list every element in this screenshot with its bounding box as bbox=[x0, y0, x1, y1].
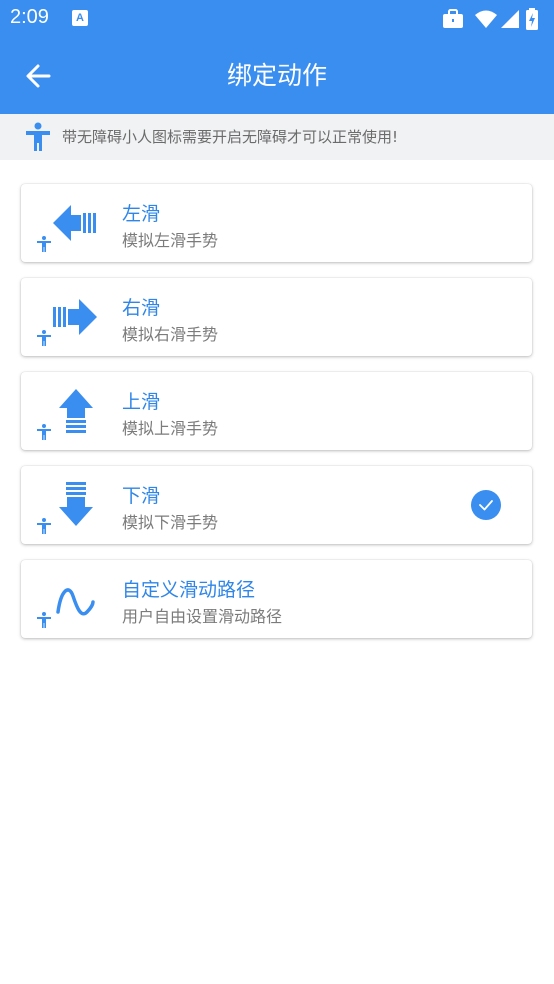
action-title: 右滑 bbox=[122, 297, 161, 319]
custom-path-wave-icon bbox=[56, 588, 95, 616]
signal-icon bbox=[501, 10, 519, 28]
action-title: 下滑 bbox=[122, 485, 161, 507]
action-title: 左滑 bbox=[122, 203, 161, 225]
accessibility-badge-icon bbox=[37, 330, 51, 346]
status-time: 2:09 bbox=[10, 6, 49, 28]
action-title: 上滑 bbox=[122, 391, 161, 413]
action-subtitle: 模拟上滑手势 bbox=[122, 419, 219, 438]
action-card-custom-path[interactable]: 自定义滑动路径 用户自由设置滑动路径 bbox=[21, 560, 532, 638]
accessibility-badge-icon bbox=[37, 236, 51, 252]
action-subtitle: 模拟右滑手势 bbox=[122, 325, 219, 344]
status-bar: 2:09 A bbox=[0, 0, 554, 38]
swipe-down-arrow-icon bbox=[59, 482, 93, 526]
swipe-left-arrow-icon bbox=[53, 205, 96, 241]
status-icons bbox=[442, 8, 542, 30]
action-card-swipe-right[interactable]: 右滑 模拟右滑手势 bbox=[21, 278, 532, 356]
swipe-up-arrow-icon bbox=[59, 389, 93, 433]
action-card-swipe-down[interactable]: 下滑 模拟下滑手势 bbox=[21, 466, 532, 544]
accessibility-badge-icon bbox=[37, 518, 51, 534]
back-button[interactable] bbox=[16, 54, 60, 98]
action-subtitle: 模拟下滑手势 bbox=[122, 513, 219, 532]
action-card-swipe-up[interactable]: 上滑 模拟上滑手势 bbox=[21, 372, 532, 450]
page-title: 绑定动作 bbox=[226, 61, 327, 90]
briefcase-icon bbox=[443, 9, 463, 28]
action-card-swipe-left[interactable]: 左滑 模拟左滑手势 bbox=[21, 184, 532, 262]
checkmark-icon bbox=[479, 500, 493, 511]
accessibility-person-icon bbox=[26, 122, 50, 151]
accessibility-badge-icon bbox=[37, 424, 51, 440]
accessibility-badge-icon bbox=[37, 612, 51, 628]
action-subtitle: 用户自由设置滑动路径 bbox=[122, 607, 283, 626]
selected-check-badge bbox=[471, 490, 501, 520]
arrow-left-icon bbox=[26, 64, 51, 88]
action-title: 自定义滑动路径 bbox=[122, 579, 256, 601]
app-bar: 绑定动作 bbox=[0, 38, 554, 114]
notice-text: 带无障碍小人图标需要开启无障碍才可以正常使用! bbox=[62, 128, 399, 146]
action-subtitle: 模拟左滑手势 bbox=[122, 231, 219, 250]
accessibility-notice: 带无障碍小人图标需要开启无障碍才可以正常使用! bbox=[0, 114, 554, 160]
swipe-right-arrow-icon bbox=[53, 299, 97, 335]
battery-icon bbox=[526, 8, 538, 30]
notification-icon: A bbox=[72, 10, 88, 26]
wifi-icon bbox=[475, 10, 497, 28]
